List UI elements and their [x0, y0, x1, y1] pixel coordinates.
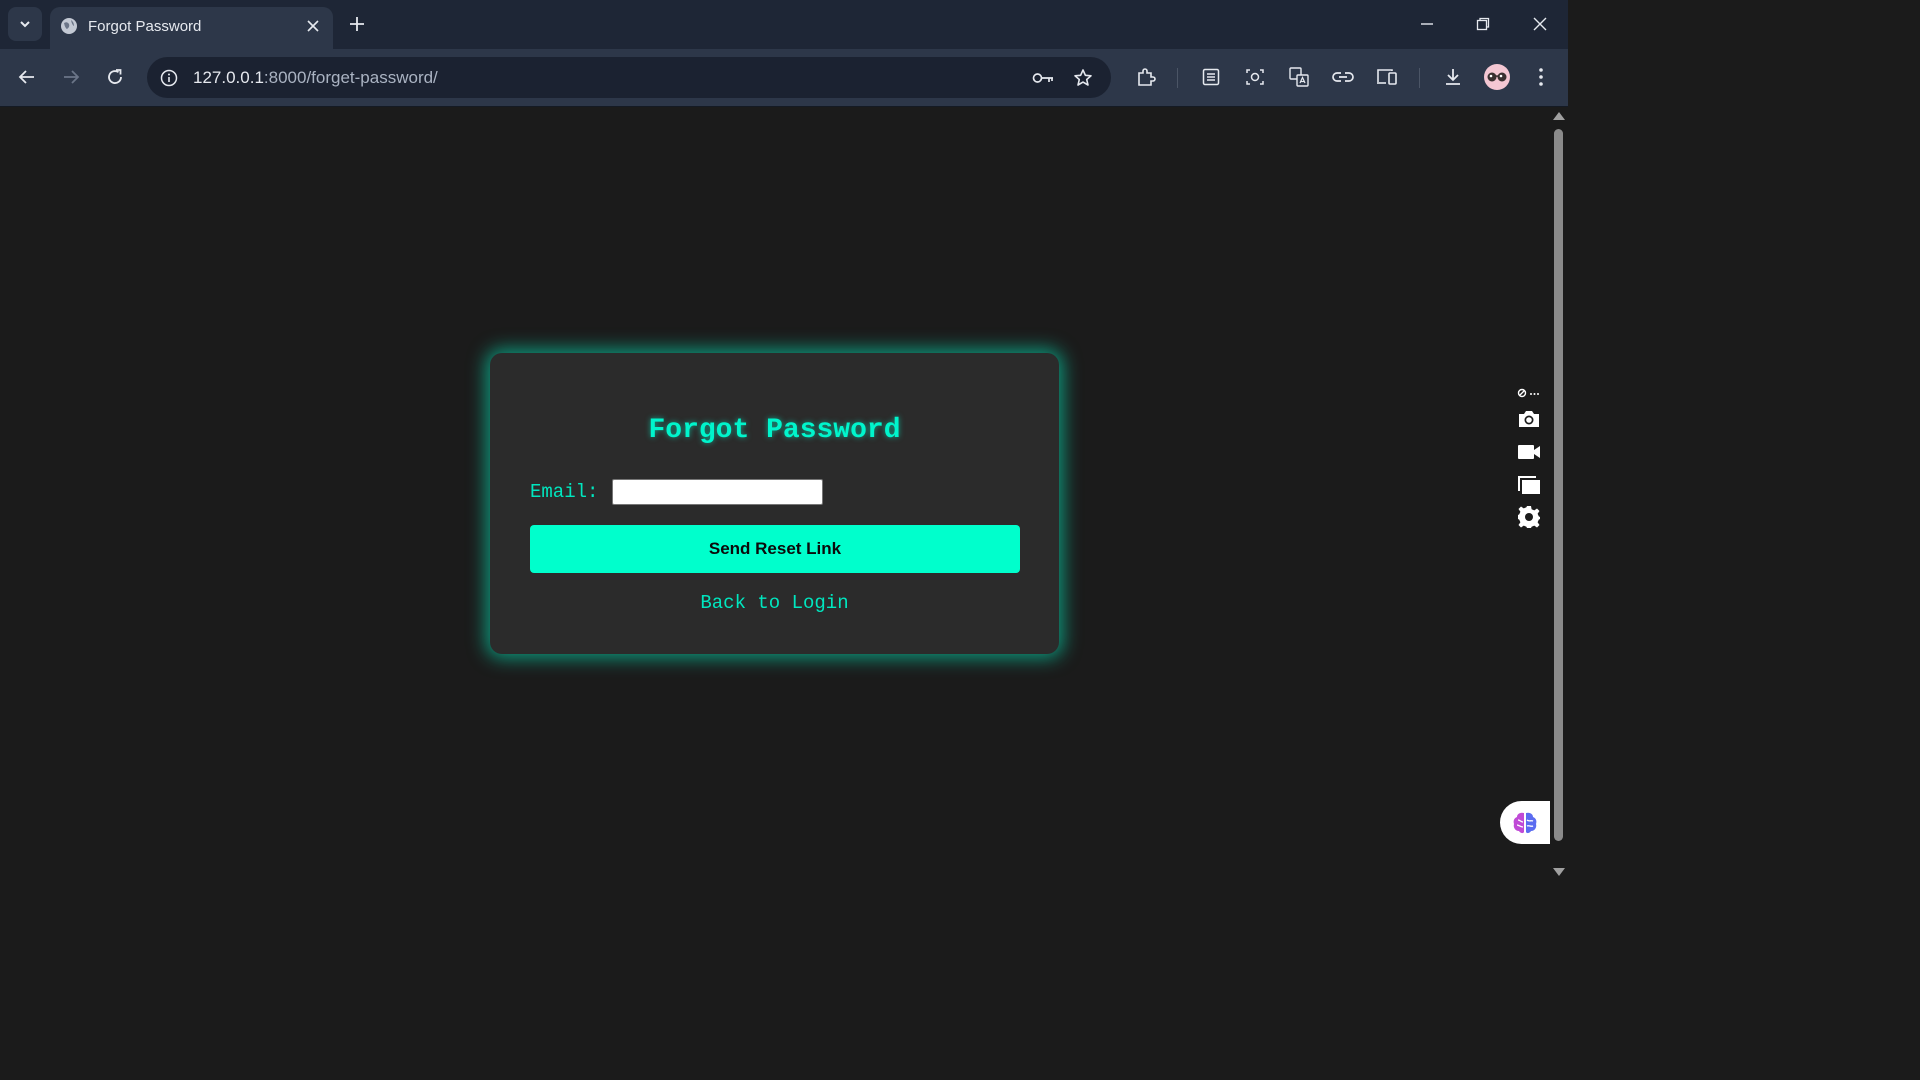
close-icon — [1533, 17, 1547, 31]
back-button[interactable] — [15, 65, 39, 89]
devices-button[interactable] — [1375, 65, 1399, 89]
new-tab-button[interactable] — [345, 12, 369, 36]
page-title: Forgot Password — [648, 415, 901, 446]
url-text[interactable]: 127.0.0.1:8000/forget-password/ — [193, 68, 438, 88]
download-icon — [1446, 69, 1460, 85]
browser-toolbar: 127.0.0.1:8000/forget-password/ — [0, 49, 1568, 107]
toolbar-divider — [1419, 68, 1420, 88]
restore-button[interactable] — [1471, 12, 1495, 36]
tab-strip: Forgot Password — [0, 0, 1568, 49]
toolbar-divider — [1177, 68, 1178, 88]
window-icon — [1518, 476, 1540, 494]
gear-icon — [1518, 506, 1540, 528]
camera-icon — [1519, 411, 1539, 427]
chevron-down-icon — [20, 21, 30, 28]
arrow-right-icon — [64, 70, 80, 84]
url-host: 127.0.0.1 — [193, 68, 264, 87]
tab-search-button[interactable] — [8, 7, 42, 41]
video-icon — [1518, 445, 1540, 459]
plus-icon — [350, 17, 364, 31]
side-video-button[interactable] — [1516, 440, 1542, 464]
reload-icon — [108, 69, 122, 84]
info-icon[interactable] — [157, 66, 181, 90]
camera-lens-icon — [1246, 69, 1264, 85]
back-to-login-link[interactable]: Back to Login — [490, 592, 1059, 614]
translate-icon — [1289, 67, 1309, 87]
avatar-icon — [1487, 72, 1507, 82]
devices-icon — [1377, 69, 1397, 85]
arrow-left-icon — [18, 70, 34, 84]
scrollbar-thumb[interactable] — [1554, 129, 1563, 841]
page-viewport: Forgot Password Email: Send Reset Link B… — [0, 107, 1550, 882]
link-button[interactable] — [1331, 65, 1355, 89]
profile-avatar[interactable] — [1484, 64, 1510, 90]
downloads-button[interactable] — [1441, 65, 1465, 89]
side-window-button[interactable] — [1516, 472, 1542, 496]
star-icon[interactable] — [1071, 66, 1095, 90]
screenshot-button[interactable] — [1243, 65, 1267, 89]
forward-button[interactable] — [59, 65, 83, 89]
key-icon[interactable] — [1031, 66, 1055, 90]
forgot-password-card: Forgot Password Email: Send Reset Link B… — [490, 353, 1059, 654]
restore-icon — [1476, 17, 1490, 31]
email-field[interactable] — [612, 479, 823, 505]
globe-icon — [61, 18, 77, 34]
translate-button[interactable] — [1287, 65, 1311, 89]
minimize-icon — [1421, 23, 1433, 25]
reading-list-button[interactable] — [1199, 65, 1223, 89]
puzzle-icon — [1138, 68, 1156, 86]
close-icon[interactable] — [303, 16, 323, 36]
list-icon — [1202, 68, 1220, 86]
brain-icon — [1513, 812, 1537, 833]
tab-title: Forgot Password — [88, 18, 202, 35]
address-bar[interactable]: 127.0.0.1:8000/forget-password/ — [147, 57, 1111, 98]
send-reset-link-button[interactable]: Send Reset Link — [530, 525, 1020, 573]
side-camera-button[interactable] — [1516, 407, 1542, 431]
reload-button[interactable] — [103, 65, 127, 89]
link-icon — [1332, 72, 1354, 82]
vertical-scrollbar[interactable] — [1550, 107, 1568, 882]
tab-forgot-password[interactable]: Forgot Password — [50, 7, 333, 49]
scroll-up-arrow[interactable] — [1553, 111, 1565, 121]
side-settings-button[interactable] — [1516, 505, 1542, 529]
side-tool-handle[interactable] — [1516, 387, 1542, 399]
close-window-button[interactable] — [1528, 12, 1552, 36]
minimize-button[interactable] — [1415, 12, 1439, 36]
scroll-down-arrow[interactable] — [1553, 867, 1565, 877]
assistant-button[interactable] — [1500, 801, 1550, 844]
kebab-menu-icon — [1539, 68, 1543, 86]
extensions-button[interactable] — [1134, 65, 1158, 89]
url-path: :8000/forget-password/ — [263, 68, 438, 87]
menu-button[interactable] — [1529, 65, 1553, 89]
pin-icon — [1517, 388, 1539, 398]
email-label: Email: — [530, 481, 599, 503]
